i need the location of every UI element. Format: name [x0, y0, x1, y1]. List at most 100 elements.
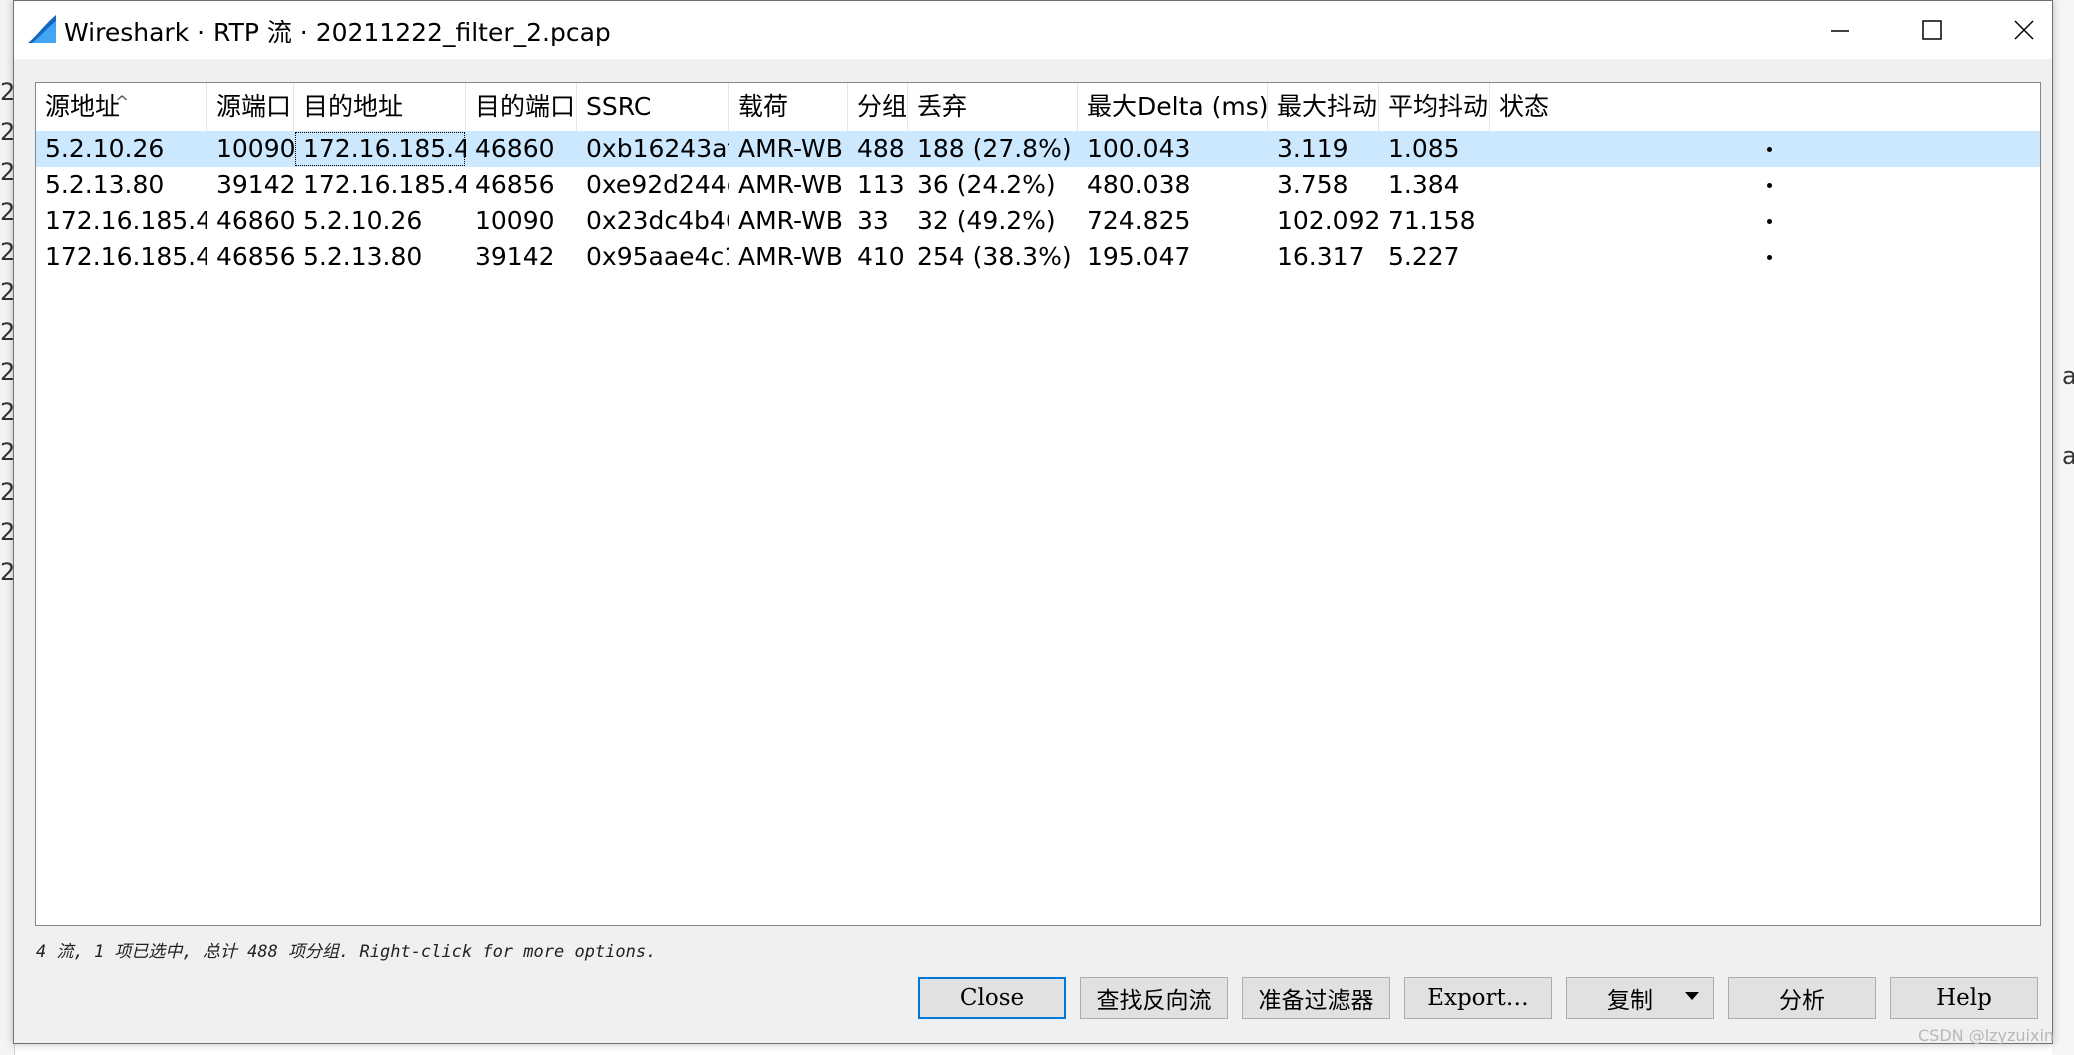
table-cell: 102.092 — [1277, 206, 1379, 235]
table-cell: 0xb16243af — [586, 134, 729, 163]
table-header: 源地址 ^ 源端口 目的地址 目的端口 SSRC 载荷 分组 丢弃 最大Delta (ms) 最大抖… — [36, 83, 2040, 132]
background-char: 2 — [0, 478, 14, 506]
background-char: 2 — [0, 558, 14, 586]
table-cell: 195.047 — [1087, 242, 1191, 271]
rtp-streams-table[interactable]: 源地址 ^ 源端口 目的地址 目的端口 SSRC 载荷 分组 丢弃 最大Delta (ms) 最大抖… — [35, 82, 2041, 926]
table-cell: 32 (49.2%) — [917, 206, 1056, 235]
sort-ascending-icon: ^ — [115, 93, 130, 113]
table-row[interactable]: 5.2.13.80 39142 172.16.185.45 46856 0xe92d24… — [36, 167, 2040, 203]
find-reverse-button[interactable]: 查找反向流 — [1080, 977, 1228, 1019]
column-header[interactable]: 载荷 — [729, 83, 848, 131]
table-cell: 5.2.10.26 — [303, 206, 423, 235]
table-cell: 100.043 — [1087, 134, 1191, 163]
background-char: 2 — [0, 358, 14, 386]
table-cell: 1.384 — [1388, 170, 1460, 199]
watermark: CSDN @lzyzuixin — [1918, 1026, 2055, 1045]
background-char: 2 — [0, 78, 14, 106]
column-header[interactable]: 平均抖动 — [1379, 83, 1490, 131]
background-window-right: a a — [2052, 0, 2074, 1055]
analyze-button[interactable]: 分析 — [1728, 977, 1876, 1019]
background-char: 2 — [0, 238, 14, 266]
maximize-button[interactable] — [1886, 1, 1978, 59]
table-cell: 0xe92d244d — [586, 170, 729, 199]
minimize-button[interactable] — [1794, 1, 1886, 59]
table-cell: 5.2.13.80 — [303, 242, 423, 271]
background-char: 2 — [0, 198, 14, 226]
background-char: 2 — [0, 398, 14, 426]
table-cell: 10090 — [216, 134, 294, 163]
background-char: 2 — [0, 318, 14, 346]
table-cell: 33 — [857, 206, 889, 235]
chevron-down-icon — [1685, 992, 1699, 1000]
background-char: a — [2062, 362, 2074, 390]
table-cell: 46856 — [216, 242, 294, 271]
table-cell: 10090 — [475, 206, 555, 235]
close-icon — [2014, 20, 2034, 40]
table-cell: 488 — [857, 134, 905, 163]
table-cell: 3.119 — [1277, 134, 1349, 163]
column-header[interactable]: 丢弃 — [908, 83, 1078, 131]
rtp-streams-dialog: Wireshark · RTP 流 · 20211222_filter_2.pc… — [13, 0, 2053, 1044]
column-header[interactable]: 最大抖动 — [1268, 83, 1379, 131]
status-hint: 4 流, 1 项已选中, 总计 488 项分组. Right-click for… — [36, 942, 657, 962]
export-button[interactable]: Export… — [1404, 977, 1552, 1019]
table-cell: 36 (24.2%) — [917, 170, 1056, 199]
table-cell: 5.2.10.26 — [45, 134, 165, 163]
close-button[interactable]: Close — [918, 977, 1066, 1019]
column-header[interactable]: 源端口 — [207, 83, 294, 131]
background-char: 2 — [0, 438, 14, 466]
table-cell: 172.16.185.45 — [303, 170, 466, 199]
table-row[interactable]: 172.16.185.45 46856 5.2.13.80 39142 0x95aae4… — [36, 239, 2040, 275]
background-char: a — [2062, 442, 2074, 470]
table-cell: 0x23dc4b46 — [586, 206, 729, 235]
table-cell: 410 — [857, 242, 905, 271]
table-cell: 5.227 — [1388, 242, 1460, 271]
background-char: 2 — [0, 158, 14, 186]
window-title: Wireshark · RTP 流 · 20211222_filter_2.pc… — [64, 18, 611, 47]
table-cell: 172.16.185.45 — [294, 131, 466, 167]
table-cell: AMR-WB — [738, 170, 843, 199]
table-cell: 172.16.185.45 — [45, 242, 207, 271]
column-header[interactable]: 分组 — [848, 83, 908, 131]
table-cell: 5.2.13.80 — [45, 170, 165, 199]
table-cell: 188 (27.8%) — [917, 134, 1072, 163]
table-cell: 16.317 — [1277, 242, 1365, 271]
close-window-button[interactable] — [1978, 1, 2070, 59]
prepare-filter-button[interactable]: 准备过滤器 — [1242, 977, 1390, 1019]
table-cell: 39142 — [216, 170, 294, 199]
table-cell: AMR-WB — [738, 242, 843, 271]
help-button[interactable]: Help — [1890, 977, 2038, 1019]
table-cell: 0x95aae4c1 — [586, 242, 729, 271]
column-header[interactable]: 目的端口 — [466, 83, 577, 131]
table-cell: 71.158 — [1388, 206, 1476, 235]
table-row[interactable]: 172.16.185.45 46860 5.2.10.26 10090 0x23dc4b… — [36, 203, 2040, 239]
wireshark-fin-icon — [28, 15, 56, 43]
table-cell: 1.085 — [1388, 134, 1460, 163]
table-cell: 254 (38.3%) — [917, 242, 1072, 271]
table-cell: AMR-WB — [738, 206, 843, 235]
minimize-icon — [1831, 30, 1849, 32]
table-cell: 172.16.185.45 — [45, 206, 207, 235]
status-dot-icon — [1767, 255, 1772, 260]
table-cell: AMR-WB — [738, 134, 843, 163]
background-char: 2 — [0, 518, 14, 546]
table-row[interactable]: 5.2.10.26 10090172.16.185.45 46860 0xb16243… — [36, 131, 2040, 167]
column-header[interactable]: 目的地址 — [294, 83, 466, 131]
column-header[interactable]: 最大Delta (ms) — [1078, 83, 1268, 131]
table-cell: 46860 — [216, 206, 294, 235]
title-bar: Wireshark · RTP 流 · 20211222_filter_2.pc… — [14, 1, 2052, 59]
maximize-icon — [1922, 20, 1942, 40]
background-char: 2 — [0, 278, 14, 306]
column-header[interactable]: 源地址 ^ — [36, 83, 207, 131]
copy-button-label: 复制 — [1607, 988, 1653, 1014]
table-cell: 46856 — [475, 170, 555, 199]
table-cell: 480.038 — [1087, 170, 1191, 199]
table-cell: 39142 — [475, 242, 555, 271]
background-char: 2 — [0, 118, 14, 146]
status-dot-icon — [1767, 183, 1772, 188]
table-cell: 113 — [857, 170, 905, 199]
column-header[interactable]: SSRC — [577, 83, 729, 131]
copy-dropdown-button[interactable]: 复制 — [1566, 977, 1714, 1019]
table-cell: 46860 — [475, 134, 555, 163]
column-header[interactable]: 状态 — [1490, 83, 2040, 131]
